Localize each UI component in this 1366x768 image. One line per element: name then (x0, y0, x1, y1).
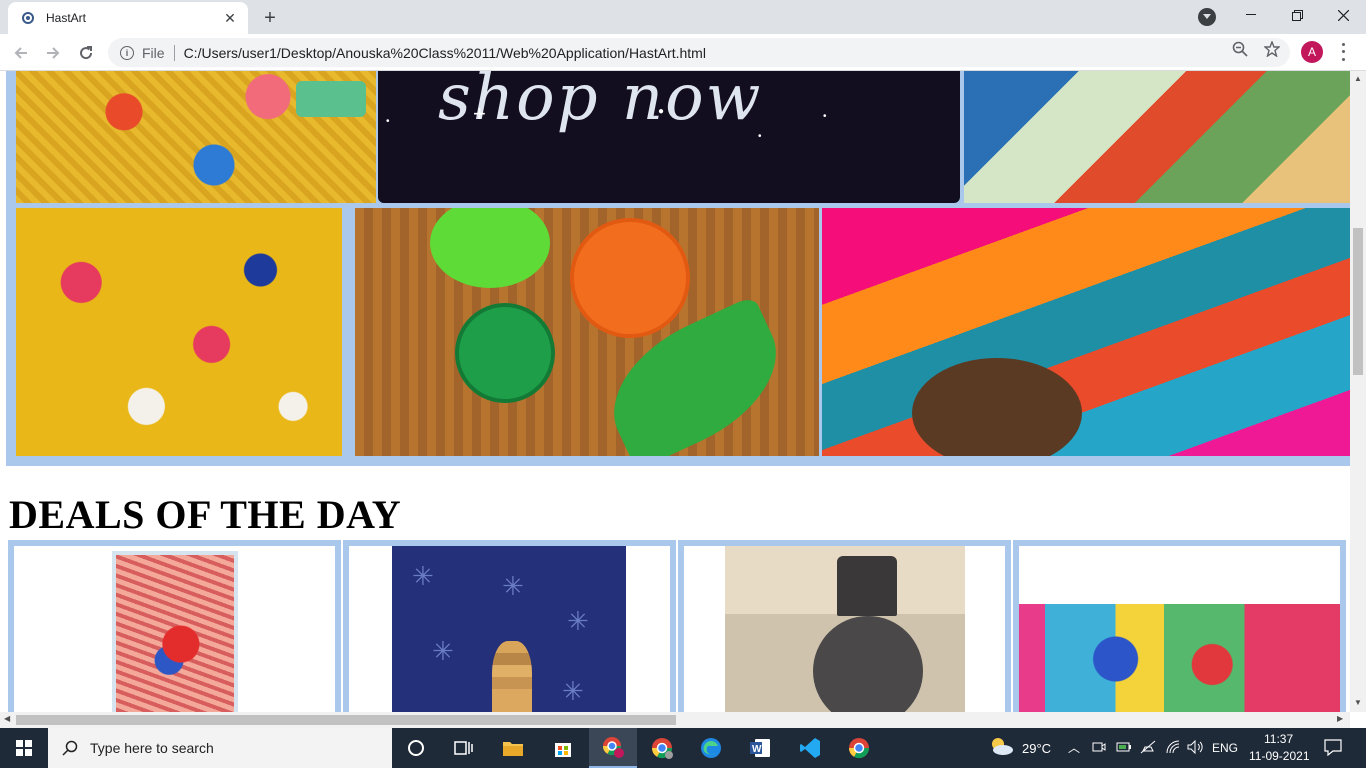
search-placeholder: Type here to search (90, 740, 214, 756)
tab-search-icon[interactable] (1198, 8, 1216, 26)
collage-image-lotus-plates (355, 208, 819, 456)
page-viewport: shop now + ● • • • DEALS OF THE DAY ✳ ✳ … (0, 71, 1350, 712)
chrome-app-icon[interactable] (835, 728, 883, 768)
collage-image-painted-plate (16, 208, 342, 456)
collage-image-wall-art (16, 71, 376, 203)
horizontal-scroll-thumb[interactable] (16, 715, 676, 725)
weather-icon[interactable] (988, 736, 1014, 759)
new-tab-button[interactable]: + (258, 6, 282, 30)
zoom-icon[interactable] (1231, 40, 1249, 58)
clock-date[interactable]: 11-09-2021 (1249, 749, 1310, 763)
collage-image-cushions (822, 208, 1350, 456)
word-icon[interactable]: W (736, 728, 784, 768)
chrome-profile-icon[interactable] (589, 728, 637, 768)
deal-image-clay-snowman[interactable] (725, 546, 965, 712)
scheme-label: File (142, 44, 165, 61)
search-icon (62, 740, 78, 756)
close-tab-icon[interactable]: ✕ (222, 10, 238, 26)
scroll-right-arrow-icon[interactable]: ▶ (1337, 714, 1343, 723)
deal-card[interactable] (1013, 540, 1346, 712)
scroll-left-arrow-icon[interactable]: ◀ (4, 714, 10, 723)
banner-collage: shop now + ● • • • (6, 71, 1350, 466)
deal-image-madhubani-couple[interactable] (1019, 604, 1340, 712)
tray-chevron-icon[interactable]: ︿ (1068, 739, 1080, 756)
collage-image-fabric (964, 71, 1350, 203)
bookmark-star-icon[interactable] (1263, 40, 1281, 58)
meet-now-icon[interactable] (1092, 740, 1106, 757)
back-arrow-icon[interactable] (8, 40, 34, 66)
network-off-icon[interactable] (1140, 740, 1156, 757)
profile-avatar[interactable]: A (1301, 41, 1323, 63)
language-indicator[interactable]: ENG (1212, 741, 1238, 755)
task-view-icon[interactable] (440, 728, 488, 768)
windows-taskbar: Type here to search W 29°C ︿ ENG 11:37 1… (0, 728, 1366, 768)
close-window-button[interactable] (1320, 0, 1366, 30)
deal-card[interactable]: ✳ ✳ ✳ ✳ ✳ (343, 540, 676, 712)
address-bar[interactable]: i File C:/Users/user1/Desktop/Anouska%20… (108, 38, 1290, 67)
shop-now-text: shop now (438, 71, 763, 135)
address-separator (173, 44, 175, 61)
scroll-up-arrow-icon[interactable]: ▲ (1354, 74, 1362, 83)
notification-icon[interactable] (1324, 738, 1342, 759)
restore-button[interactable] (1274, 0, 1320, 30)
deal-image-madhubani-bird[interactable] (112, 551, 238, 712)
tab-hastart[interactable]: HastArt ✕ (8, 2, 248, 34)
scroll-down-arrow-icon[interactable]: ▼ (1354, 698, 1362, 707)
minimize-button[interactable] (1228, 0, 1274, 30)
site-info-icon[interactable]: i (120, 45, 134, 60)
url-text[interactable]: C:/Users/user1/Desktop/Anouska%20Class%2… (184, 45, 706, 61)
battery-icon[interactable] (1116, 740, 1132, 757)
vertical-scrollbar[interactable]: ▲ ▼ (1350, 71, 1366, 712)
deal-card[interactable] (678, 540, 1011, 712)
svg-text:W: W (752, 744, 762, 755)
windows-logo-icon (16, 740, 32, 756)
collage-image-shop-now[interactable]: shop now + ● • • • (378, 71, 960, 203)
browser-menu-icon[interactable] (1336, 41, 1350, 63)
horizontal-scrollbar[interactable]: ◀ ▶ (0, 712, 1350, 728)
site-favicon-icon (20, 10, 36, 26)
deal-image-stone-stack[interactable]: ✳ ✳ ✳ ✳ ✳ (392, 546, 626, 712)
forward-arrow-icon[interactable] (40, 40, 66, 66)
cortana-icon[interactable] (392, 728, 440, 768)
deals-heading: DEALS OF THE DAY (9, 492, 402, 537)
reload-icon[interactable] (73, 40, 99, 66)
volume-icon[interactable] (1187, 739, 1205, 757)
vscode-icon[interactable] (786, 728, 834, 768)
microsoft-store-icon[interactable] (539, 728, 587, 768)
tab-strip: HastArt ✕ + (0, 0, 1366, 34)
start-button[interactable] (0, 728, 48, 768)
tab-title: HastArt (46, 11, 87, 25)
edge-icon[interactable] (687, 728, 735, 768)
chrome-icon[interactable] (638, 728, 686, 768)
vertical-scroll-thumb[interactable] (1353, 228, 1363, 375)
browser-toolbar: i File C:/Users/user1/Desktop/Anouska%20… (0, 34, 1366, 71)
file-explorer-icon[interactable] (489, 728, 537, 768)
taskbar-search[interactable]: Type here to search (48, 728, 392, 768)
weather-temperature[interactable]: 29°C (1022, 741, 1051, 756)
deal-card[interactable] (8, 540, 341, 712)
wifi-icon[interactable] (1165, 740, 1181, 757)
clock-time[interactable]: 11:37 (1264, 732, 1293, 746)
